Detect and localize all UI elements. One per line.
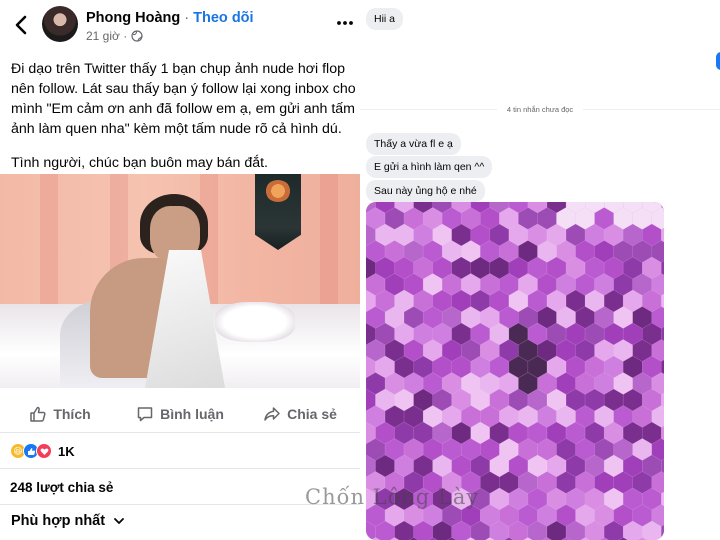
post-meta: 21 giờ · (86, 29, 143, 43)
post-actions: Thích Bình luận Chia sẻ (0, 396, 360, 432)
watermark-text: Chốn Lông Lày (305, 485, 480, 509)
facebook-post: Phong Hoàng · Theo dõi 21 giờ · Đi dạo t… (0, 0, 360, 540)
share-label: Chia sẻ (287, 406, 337, 422)
thumbs-up-icon (30, 406, 46, 422)
back-arrow-icon[interactable] (12, 13, 32, 37)
author-name[interactable]: Phong Hoàng (86, 10, 180, 26)
unread-label: 4 tin nhắn chưa đọc (506, 104, 574, 114)
divider (0, 432, 360, 433)
like-button[interactable]: Thích (0, 396, 120, 432)
pillow (215, 302, 295, 342)
sort-label: Phù hợp nhất (11, 513, 106, 529)
chevron-down-icon (114, 518, 124, 524)
author-avatar[interactable] (42, 6, 78, 42)
message-bubble[interactable]: Thấy a vừa fl e ạ (366, 133, 461, 155)
post-time[interactable]: 21 giờ · (86, 29, 127, 43)
globe-icon (131, 30, 143, 42)
post-body: Đi dạo trên Twitter thấy 1 bạn chụp ảnh … (11, 59, 356, 187)
share-count[interactable]: 248 lượt chia sẻ (10, 480, 113, 495)
post-paragraph: Tình người, chúc bạn buôn may bán đắt. (11, 155, 268, 171)
wall-hanging (255, 174, 301, 250)
author-line: Phong Hoàng · Theo dõi (86, 10, 254, 26)
reactions-summary[interactable]: 😆 1K (10, 441, 75, 461)
more-options-icon[interactable] (336, 14, 354, 32)
chat-conversation: Hii a 4 tin nhắn chưa đọc Thấy a vừa fl … (360, 0, 720, 540)
message-bubble[interactable]: Hii a (366, 8, 404, 30)
comment-label: Bình luận (160, 406, 224, 422)
message-bubble[interactable]: E gửi a hình làm qen ^^ (366, 156, 493, 178)
comment-sort-dropdown[interactable]: Phù hợp nhất (11, 513, 125, 529)
like-label: Thích (53, 406, 91, 422)
love-icon (36, 443, 52, 459)
reaction-count: 1K (58, 443, 75, 459)
post-header: Phong Hoàng · Theo dõi 21 giờ · (0, 0, 360, 52)
message-bubble[interactable]: Sau này ủng hộ e nhé (366, 180, 485, 202)
outgoing-bubble-edge (716, 52, 720, 70)
post-paragraph: Đi dạo trên Twitter thấy 1 bạn chụp ảnh … (11, 61, 356, 137)
separator-dot: · (184, 10, 190, 26)
comment-icon (137, 407, 153, 422)
share-button[interactable]: Chia sẻ (240, 396, 360, 432)
comment-button[interactable]: Bình luận (120, 396, 240, 432)
divider (0, 468, 360, 469)
unread-divider: 4 tin nhắn chưa đọc (360, 104, 720, 114)
follow-button[interactable]: Theo dõi (193, 10, 253, 26)
share-icon (264, 407, 280, 421)
